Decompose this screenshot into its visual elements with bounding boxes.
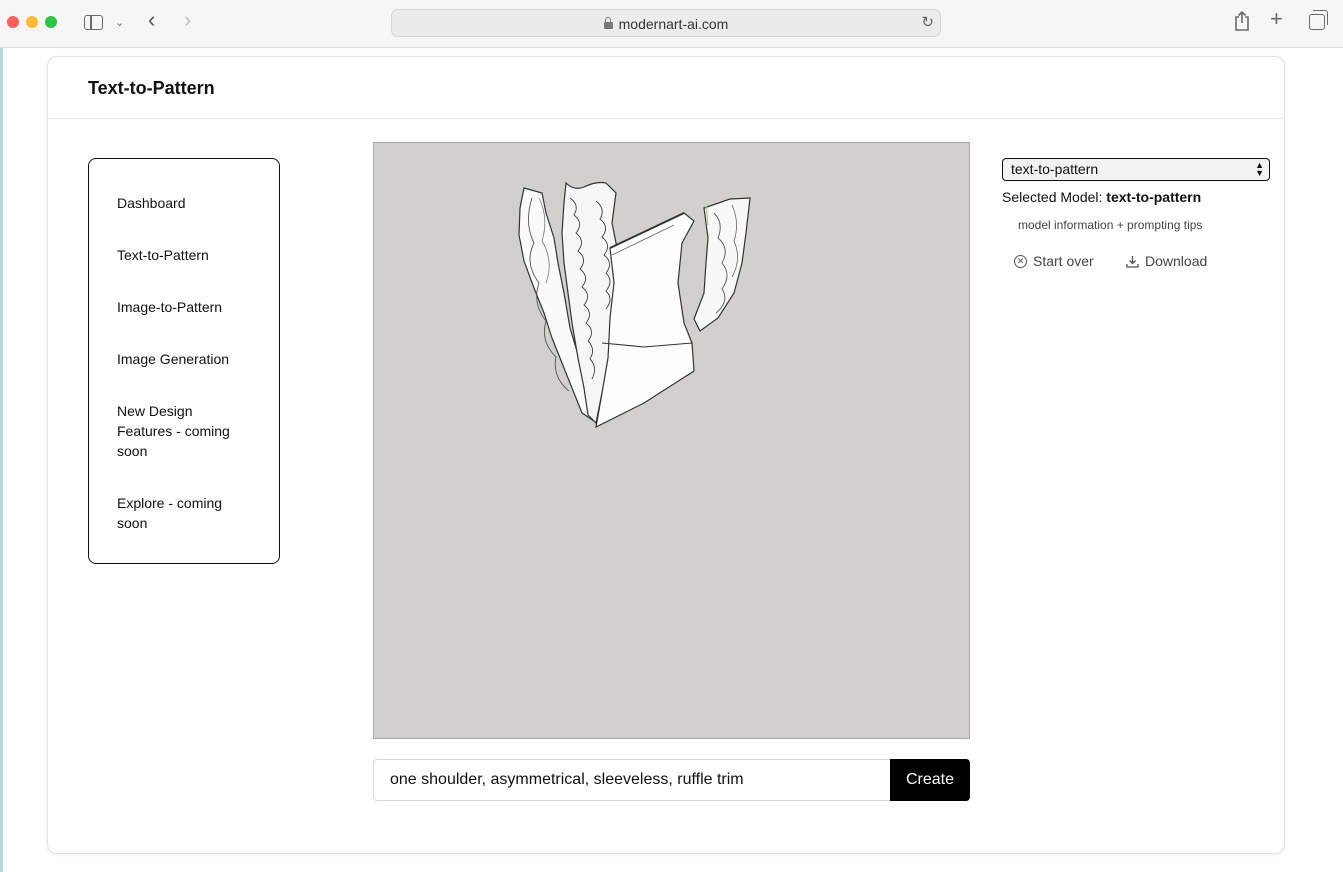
sidebar-item-text-to-pattern[interactable]: Text-to-Pattern xyxy=(117,245,251,265)
download-button[interactable]: Download xyxy=(1126,253,1207,269)
download-label: Download xyxy=(1145,253,1208,269)
sidebar-item-image-generation[interactable]: Image Generation xyxy=(117,349,251,369)
browser-toolbar: ⌄ ‹ › modernart-ai.com ↻ + xyxy=(0,0,1343,48)
start-over-button[interactable]: ✕ Start over xyxy=(1014,253,1094,269)
x-circle-icon: ✕ xyxy=(1014,254,1027,268)
window-edge xyxy=(0,48,3,872)
plus-icon[interactable]: + xyxy=(1270,8,1283,30)
sidebar-item-new-design-features[interactable]: New Design Features - coming soon xyxy=(117,401,247,461)
zoom-window-button[interactable] xyxy=(45,16,57,28)
reload-icon[interactable]: ↻ xyxy=(921,13,934,31)
address-bar[interactable]: modernart-ai.com ↻ xyxy=(391,9,941,37)
back-arrow-icon[interactable]: ‹ xyxy=(148,9,155,31)
prompt-field[interactable] xyxy=(373,759,893,801)
model-select[interactable]: text-to-pattern ▲ ▼ xyxy=(1002,158,1270,181)
model-select-value: text-to-pattern xyxy=(1011,161,1099,177)
model-info-link[interactable]: model information + prompting tips xyxy=(1018,218,1202,232)
sidebar-toggle-icon[interactable] xyxy=(84,15,103,30)
sidebar-item-image-to-pattern[interactable]: Image-to-Pattern xyxy=(117,297,251,317)
close-window-button[interactable] xyxy=(7,16,19,28)
garment-sketch xyxy=(518,181,751,429)
sidebar-nav: Dashboard Text-to-Pattern Image-to-Patte… xyxy=(88,158,280,564)
page-title: Text-to-Pattern xyxy=(88,78,215,98)
url-text: modernart-ai.com xyxy=(618,16,729,32)
download-icon xyxy=(1126,255,1139,268)
create-button[interactable]: Create xyxy=(890,759,970,801)
chevron-down-icon[interactable]: ⌄ xyxy=(115,13,124,33)
selected-model-value: text-to-pattern xyxy=(1106,189,1202,205)
lock-icon xyxy=(603,17,613,29)
select-arrows-icon: ▲ ▼ xyxy=(1255,160,1264,178)
forward-arrow-icon[interactable]: › xyxy=(184,9,191,31)
app-header: Text-to-Pattern xyxy=(48,57,1284,119)
sidebar-item-dashboard[interactable]: Dashboard xyxy=(117,193,251,213)
minimize-window-button[interactable] xyxy=(26,16,38,28)
tabs-icon[interactable] xyxy=(1309,10,1328,30)
start-over-label: Start over xyxy=(1033,253,1094,269)
app-card: Text-to-Pattern Dashboard Text-to-Patter… xyxy=(47,56,1285,854)
prompt-input[interactable] xyxy=(374,760,893,800)
generated-pattern-image xyxy=(373,142,970,739)
sidebar-item-explore[interactable]: Explore - coming soon xyxy=(117,493,247,533)
share-icon[interactable] xyxy=(1234,10,1250,35)
selected-model-text: Selected Model: text-to-pattern xyxy=(1002,189,1201,205)
selected-model-label: Selected Model: xyxy=(1002,189,1103,205)
